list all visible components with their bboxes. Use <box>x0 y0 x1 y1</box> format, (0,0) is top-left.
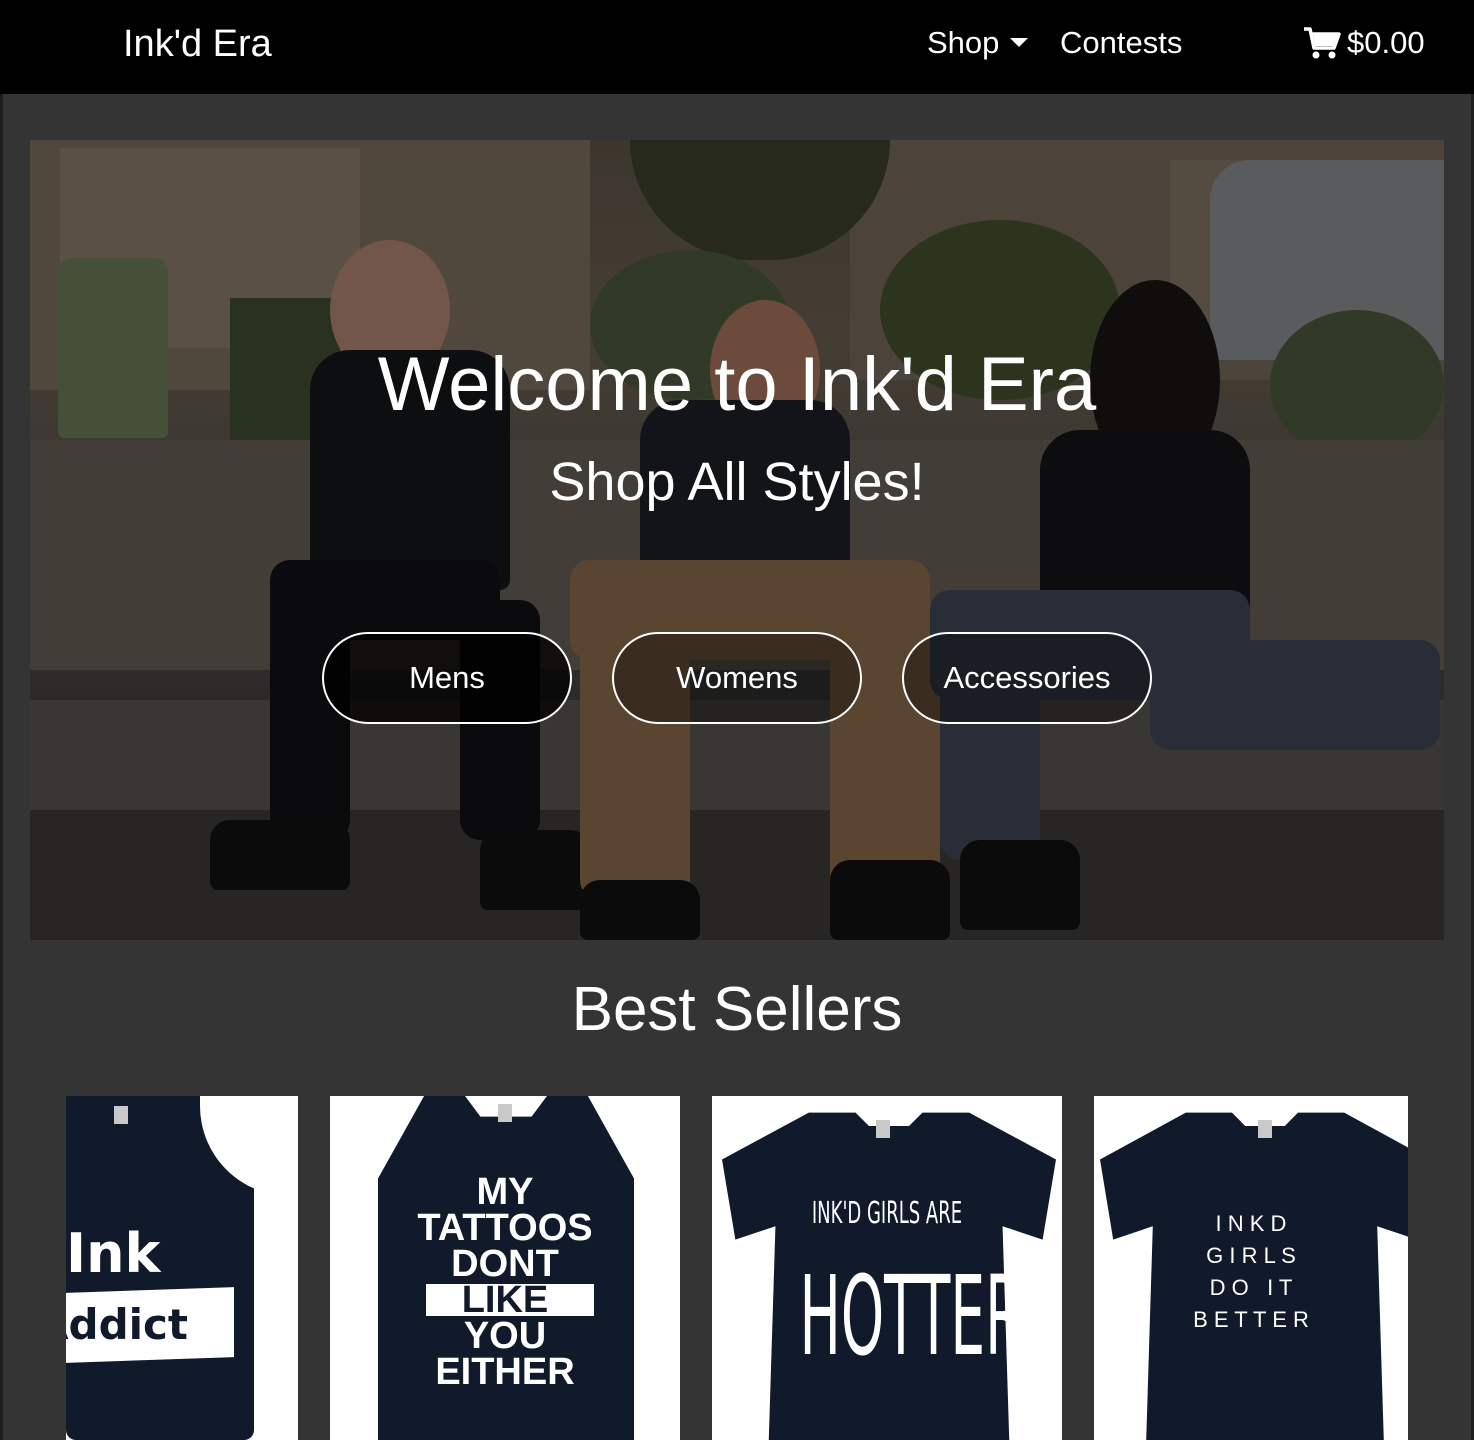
product-print-line: TATTOOS <box>417 1207 593 1249</box>
hero-banner: Welcome to Ink'd Era Shop All Styles! Me… <box>30 140 1444 940</box>
product-print-line: D O I T <box>1209 1275 1293 1300</box>
product-card[interactable]: MY TATTOOS DONT LIKE YOU EITHER <box>330 1096 680 1440</box>
top-navbar: Ink'd Era Shop Contests $0.00 <box>0 0 1474 94</box>
product-print-line: Ink <box>66 1222 161 1285</box>
nav-shop-dropdown[interactable]: Shop <box>927 22 999 64</box>
product-print-line: MY <box>476 1171 534 1213</box>
product-card[interactable]: Ink Addict <box>66 1096 298 1440</box>
product-print-line: Addict <box>66 1300 189 1349</box>
product-print-line: INK'D GIRLS ARE <box>811 1196 963 1231</box>
hero-title: Welcome to Ink'd Era <box>377 342 1097 427</box>
product-print-line: B E T T E R <box>1193 1307 1309 1332</box>
brand-logo[interactable]: Ink'd Era <box>123 20 272 68</box>
product-print-line: LIKE <box>461 1279 549 1321</box>
product-print-line: YOU <box>463 1315 547 1357</box>
hero-subtitle: Shop All Styles! <box>549 452 925 512</box>
accessories-button[interactable]: Accessories <box>902 632 1152 724</box>
womens-button[interactable]: Womens <box>612 632 862 724</box>
mens-button[interactable]: Mens <box>322 632 572 724</box>
page-border-left <box>0 94 3 1440</box>
product-print-line: DONT <box>451 1243 559 1285</box>
product-print-line: G I R L S <box>1206 1243 1296 1268</box>
nav-contests-link[interactable]: Contests <box>1060 22 1182 64</box>
product-print-line: HOTTER <box>799 1252 1024 1380</box>
hero-dark-overlay <box>30 140 1444 940</box>
product-card[interactable]: I N K D G I R L S D O I T B E T T E R <box>1094 1096 1408 1440</box>
product-print-line: I N K D <box>1215 1211 1287 1236</box>
best-sellers-heading: Best Sellers <box>571 975 903 1044</box>
cart-total: $0.00 <box>1347 25 1425 60</box>
cart-icon <box>1304 27 1341 59</box>
cart-button[interactable]: $0.00 <box>1303 22 1425 64</box>
chevron-down-icon[interactable] <box>1010 38 1028 47</box>
product-card[interactable]: INK'D GIRLS ARE HOTTER <box>712 1096 1062 1440</box>
product-print-line: EITHER <box>435 1351 575 1393</box>
